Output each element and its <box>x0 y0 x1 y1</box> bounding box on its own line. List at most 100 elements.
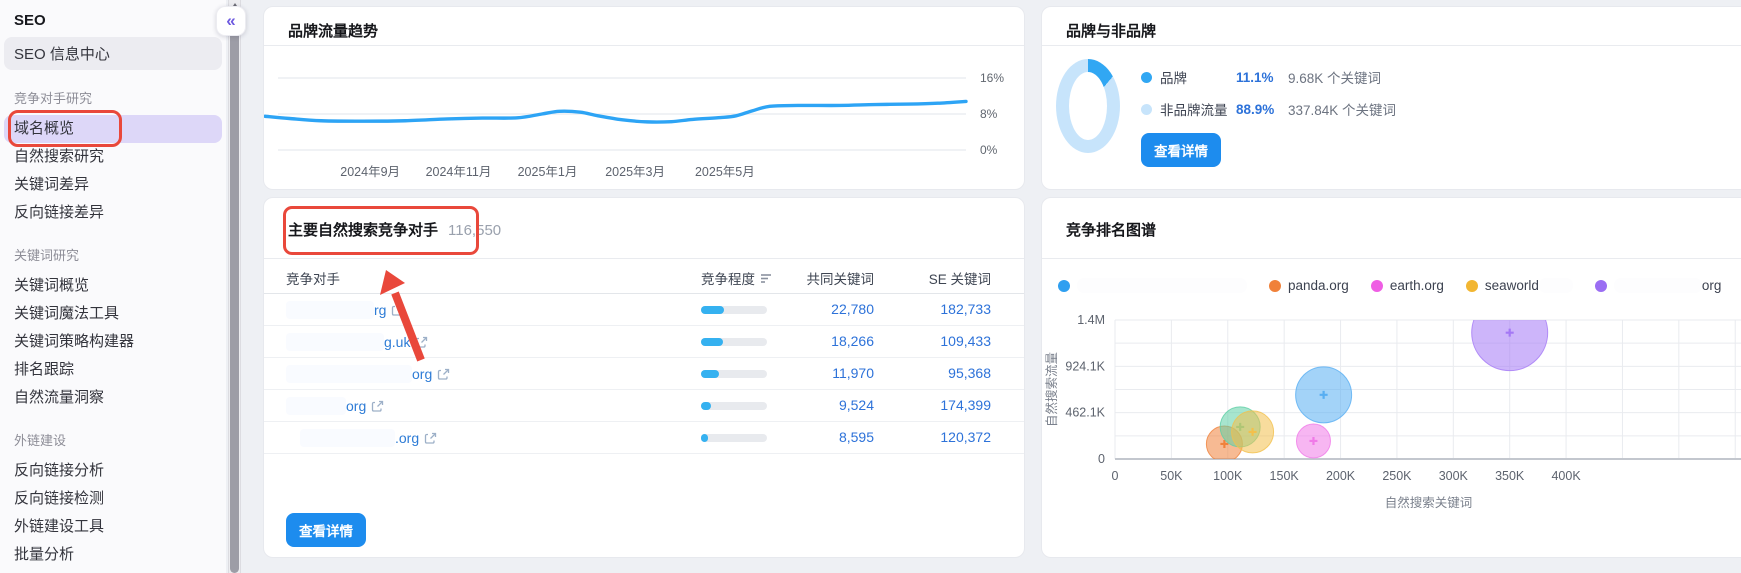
se-keywords-value[interactable]: 120,372 <box>894 429 991 445</box>
sidebar-item-3[interactable]: 自然搜索研究 <box>0 143 226 171</box>
external-link-icon <box>424 432 437 445</box>
sidebar-item-11[interactable]: 自然流量洞察 <box>0 384 226 412</box>
competitor-domain-link[interactable]: rg <box>286 299 404 321</box>
legend-dot-icon <box>1269 280 1281 292</box>
external-link-icon <box>371 400 384 413</box>
brand-share-legend: 品牌 11.1% 9.68K 个关键词 非品牌流量 88.9% 337.84K … <box>1141 65 1396 129</box>
table-row: org 9,524 174,399 <box>264 390 1024 422</box>
se-keywords-value[interactable]: 182,733 <box>894 301 991 317</box>
competition-level-bar <box>701 338 767 346</box>
sidebar-item-7[interactable]: 关键词概览 <box>0 272 226 300</box>
svg-text:自然搜索关键词: 自然搜索关键词 <box>1385 495 1473 510</box>
sidebar: SEO SEO 信息中心竞争对手研究域名概览自然搜索研究关键词差异反向链接差异关… <box>0 0 226 573</box>
common-keywords-value[interactable]: 9,524 <box>784 397 874 413</box>
column-header-competition-level[interactable]: 竞争程度 <box>701 268 772 288</box>
brand-share-details-button[interactable]: 查看详情 <box>1141 133 1221 167</box>
competitors-table-body: rg 22,780 182,733 g.uk 18,266 109,433 or… <box>264 294 1024 454</box>
common-keywords-value[interactable]: 22,780 <box>784 301 874 317</box>
se-keywords-value[interactable]: 95,368 <box>894 365 991 381</box>
organic-competitors-card: 主要自然搜索竞争对手116,550 竞争对手 竞争程度 共同关键词 SE 关键词 <box>263 197 1025 558</box>
se-keywords-value[interactable]: 174,399 <box>894 397 991 413</box>
positioning-legend: panda.orgearth.orgseaworldorg <box>1058 278 1721 293</box>
red-annotation-box <box>8 110 122 147</box>
sidebar-collapse-button[interactable]: « <box>216 6 246 36</box>
sidebar-section-6: 关键词研究 <box>0 243 226 266</box>
competition-level-bar <box>701 370 767 378</box>
se-keywords-value[interactable]: 109,433 <box>894 333 991 349</box>
table-row: .org 8,595 120,372 <box>264 422 1024 454</box>
brand-legend-row-0: 品牌 11.1% 9.68K 个关键词 <box>1141 65 1396 89</box>
competition-level-bar <box>701 306 767 314</box>
svg-text:462.1K: 462.1K <box>1065 406 1105 420</box>
legend-keyword-count: 337.84K 个关键词 <box>1288 99 1396 119</box>
svg-text:300K: 300K <box>1439 469 1469 483</box>
sidebar-item-16[interactable]: 批量分析 <box>0 541 226 569</box>
competition-level-bar <box>701 402 767 410</box>
table-row: rg 22,780 182,733 <box>264 294 1024 326</box>
legend-label: seaworld <box>1485 278 1539 293</box>
brand-traffic-trend-card: 品牌流量趋势 0%8%16%2024年9月2024年11月2025年1月2025… <box>263 6 1025 190</box>
competitors-total-count: 116,550 <box>448 222 501 239</box>
external-link-icon <box>391 304 404 317</box>
sidebar-item-9[interactable]: 关键词策略构建器 <box>0 328 226 356</box>
svg-text:2025年3月: 2025年3月 <box>605 165 665 179</box>
domain-visible-text[interactable]: org <box>346 398 366 414</box>
table-row: org 11,970 95,368 <box>264 358 1024 390</box>
common-keywords-value[interactable]: 8,595 <box>784 429 874 445</box>
sidebar-item-4[interactable]: 关键词差异 <box>0 171 226 199</box>
competitor-domain-link[interactable]: org <box>286 363 450 385</box>
domain-visible-text[interactable]: .org <box>395 430 419 446</box>
brand-traffic-line-chart: 0%8%16%2024年9月2024年11月2025年1月2025年3月2025… <box>264 46 1024 190</box>
sidebar-item-8[interactable]: 关键词魔法工具 <box>0 300 226 328</box>
svg-text:150K: 150K <box>1270 469 1300 483</box>
sidebar-scrollbar[interactable] <box>228 0 241 573</box>
domain-visible-text[interactable]: rg <box>374 302 386 318</box>
svg-text:0%: 0% <box>980 143 998 157</box>
legend-percent[interactable]: 88.9% <box>1236 102 1288 117</box>
brand-share-donut-chart <box>1056 59 1120 153</box>
app-root: SEO SEO 信息中心竞争对手研究域名概览自然搜索研究关键词差异反向链接差异关… <box>0 0 1741 573</box>
legend-label: org <box>1702 278 1722 293</box>
legend-dot-icon <box>1371 280 1383 292</box>
sidebar-item-14[interactable]: 反向链接检测 <box>0 485 226 513</box>
domain-visible-text[interactable]: g.uk <box>384 334 410 350</box>
competition-level-bar <box>701 434 767 442</box>
sidebar-item-2[interactable]: 域名概览 <box>4 115 222 143</box>
competitor-domain-link[interactable]: org <box>286 395 384 417</box>
common-keywords-value[interactable]: 18,266 <box>784 333 874 349</box>
card-title-brand-traffic: 品牌流量趋势 <box>288 20 378 41</box>
svg-text:200K: 200K <box>1326 469 1356 483</box>
scrollbar-thumb[interactable] <box>230 14 239 573</box>
legend-dot-icon <box>1141 104 1152 115</box>
card-title-brand-share: 品牌与非品牌 <box>1066 20 1156 41</box>
sidebar-item-13[interactable]: 反向链接分析 <box>0 457 226 485</box>
legend-label: 品牌 <box>1160 67 1236 87</box>
divider <box>1042 45 1741 46</box>
legend-keyword-count: 9.68K 个关键词 <box>1288 67 1381 87</box>
sidebar-item-10[interactable]: 排名跟踪 <box>0 356 226 384</box>
common-keywords-value[interactable]: 11,970 <box>784 365 874 381</box>
competitive-positioning-card: 竞争排名图谱 panda.orgearth.orgseaworldorg 046… <box>1041 197 1741 558</box>
table-row: g.uk 18,266 109,433 <box>264 326 1024 358</box>
svg-text:250K: 250K <box>1382 469 1412 483</box>
sort-descending-icon <box>760 273 772 283</box>
domain-visible-text[interactable]: org <box>412 366 432 382</box>
legend-dot-icon <box>1141 72 1152 83</box>
competitor-domain-link[interactable]: .org <box>300 427 437 449</box>
redacted-label-blur <box>1539 278 1573 293</box>
sidebar-item-5[interactable]: 反向链接差异 <box>0 199 226 227</box>
competitors-details-button[interactable]: 查看详情 <box>286 513 366 547</box>
external-link-icon <box>437 368 450 381</box>
svg-text:8%: 8% <box>980 107 998 121</box>
legend-dot-icon <box>1595 280 1607 292</box>
competitor-domain-link[interactable]: g.uk <box>286 331 428 353</box>
legend-dot-icon <box>1466 280 1478 292</box>
legend-label: panda.org <box>1288 278 1349 293</box>
svg-text:400K: 400K <box>1551 469 1581 483</box>
legend-percent[interactable]: 11.1% <box>1236 70 1288 85</box>
sidebar-item-0[interactable]: SEO 信息中心 <box>4 37 222 70</box>
svg-text:2025年1月: 2025年1月 <box>518 165 578 179</box>
svg-text:100K: 100K <box>1213 469 1243 483</box>
sidebar-item-15[interactable]: 外链建设工具 <box>0 513 226 541</box>
svg-text:0: 0 <box>1098 452 1105 466</box>
